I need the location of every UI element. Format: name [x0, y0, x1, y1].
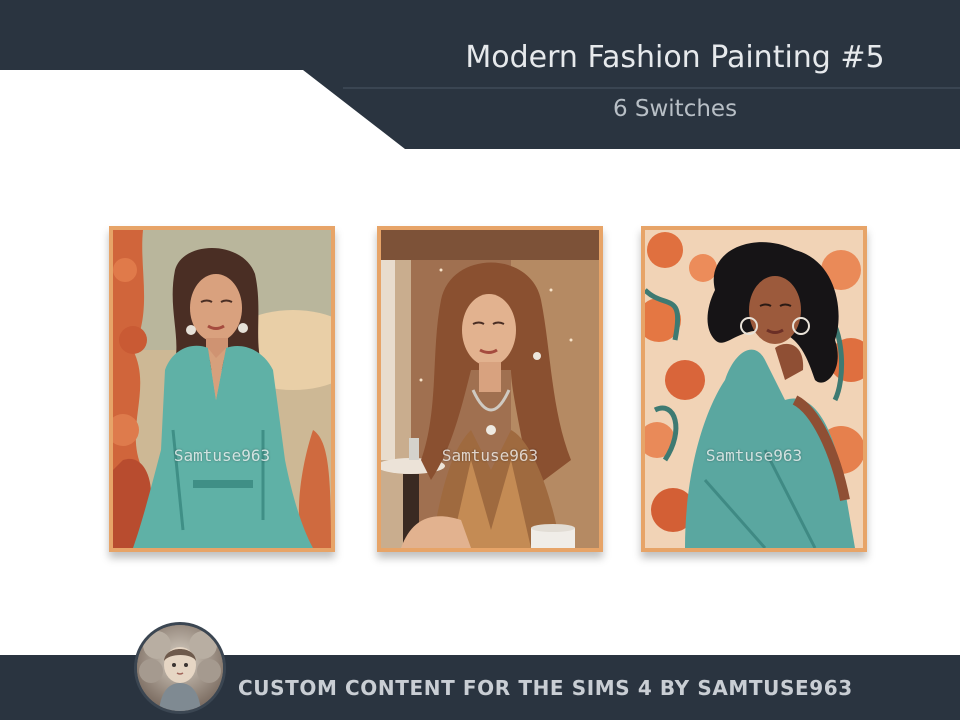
- avatar-image: [137, 625, 223, 711]
- watermark-3: Samtuse963: [705, 446, 803, 465]
- watermark-2: Samtuse963: [441, 446, 539, 465]
- painting-2-artwork: [381, 230, 599, 548]
- painting-1-artwork: [113, 230, 331, 548]
- watermark-1: Samtuse963: [173, 446, 271, 465]
- footer-credit: CUSTOM CONTENT FOR THE SIMS 4 BY SAMTUSE…: [238, 676, 853, 700]
- painting-frame-3: Samtuse963: [641, 226, 867, 552]
- painting-frame-1: Samtuse963: [109, 226, 335, 552]
- painting-3-artwork: [645, 230, 863, 548]
- painting-frame-2: Samtuse963: [377, 226, 603, 552]
- doll-portrait-icon: [137, 625, 223, 711]
- paintings-row: Samtuse963 Samtuse963 Samtuse963: [0, 0, 960, 720]
